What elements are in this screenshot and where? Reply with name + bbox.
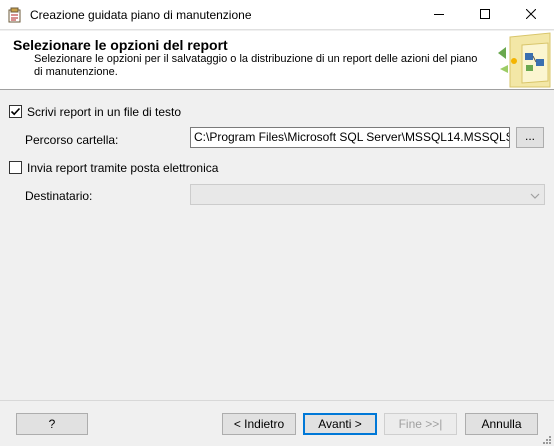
wizard-app-icon	[7, 7, 23, 23]
browse-button[interactable]: ...	[516, 127, 544, 148]
close-button[interactable]	[508, 0, 554, 30]
footer-divider	[0, 400, 554, 401]
page-description: Selezionare le opzioni per il salvataggi…	[34, 53, 478, 78]
cancel-button[interactable]: Annulla	[465, 413, 538, 435]
page-title: Selezionare le opzioni del report	[13, 37, 228, 53]
resize-grip-icon[interactable]	[542, 434, 552, 444]
folder-path-input[interactable]: C:\Program Files\Microsoft SQL Server\MS…	[190, 127, 510, 148]
wizard-header: Selezionare le opzioni del report Selezi…	[0, 31, 554, 90]
wizard-graphic-icon	[492, 31, 554, 89]
folder-path-label: Percorso cartella:	[25, 133, 119, 147]
email-label[interactable]: Invia report tramite posta elettronica	[27, 161, 218, 175]
recipient-label: Destinatario:	[25, 189, 93, 203]
back-button[interactable]: < Indietro	[222, 413, 296, 435]
close-icon	[525, 8, 537, 22]
window-title: Creazione guidata piano di manutenzione	[30, 8, 252, 22]
finish-button[interactable]: Fine >>|	[384, 413, 457, 435]
checkmark-icon	[10, 107, 21, 116]
email-checkbox[interactable]	[9, 161, 22, 174]
recipient-select[interactable]	[190, 184, 545, 205]
minimize-button[interactable]	[416, 0, 462, 30]
chevron-down-icon	[530, 190, 540, 200]
maximize-button[interactable]	[462, 0, 508, 30]
next-button[interactable]: Avanti >	[303, 413, 377, 435]
maximize-icon	[480, 8, 490, 22]
minimize-icon	[434, 8, 444, 22]
write-file-label[interactable]: Scrivi report in un file di testo	[27, 105, 181, 119]
write-file-checkbox[interactable]	[9, 105, 22, 118]
title-bar: Creazione guidata piano di manutenzione	[0, 0, 554, 30]
help-button[interactable]: ?	[16, 413, 88, 435]
